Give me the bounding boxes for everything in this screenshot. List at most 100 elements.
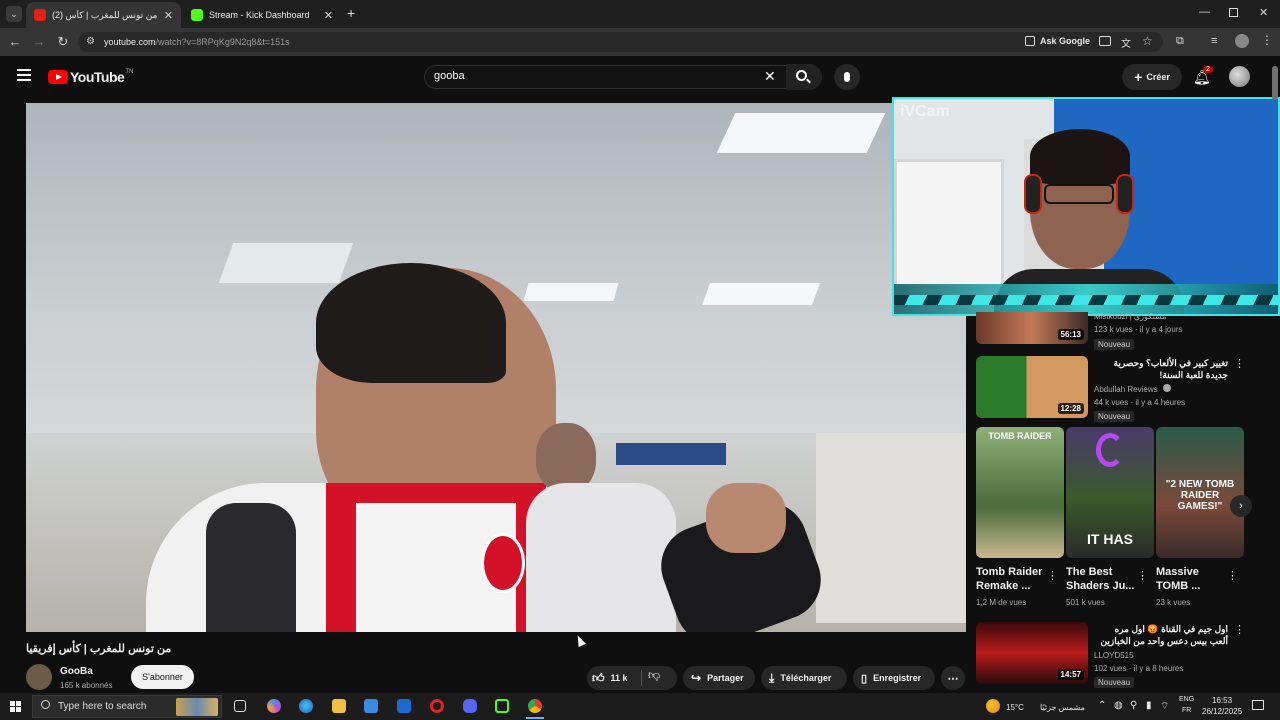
create-label: Créer: [1146, 72, 1170, 82]
short-thumbnail[interactable]: IT HAS: [1066, 427, 1154, 558]
new-tab-button[interactable]: +: [347, 5, 355, 21]
video-title: من تونس للمغرب | كأس إفريقيا: [26, 643, 172, 655]
copilot-icon[interactable]: [267, 699, 281, 713]
sidebar-channel[interactable]: Mistkouzi | مستكوزي: [1094, 312, 1166, 321]
more-actions-button[interactable]: ⋯: [941, 666, 965, 690]
site-info-icon[interactable]: ⚙: [86, 36, 95, 47]
reading-list-icon[interactable]: ≡: [1211, 35, 1217, 47]
windows-start-icon[interactable]: [10, 701, 21, 712]
short-thumbnail[interactable]: TOMB RAIDER: [976, 427, 1064, 558]
tab-kick[interactable]: Stream - Kick Dashboard ✕: [183, 2, 341, 28]
restore-icon[interactable]: [1229, 8, 1238, 17]
microphone-tray-icon[interactable]: ▮: [1146, 700, 1152, 711]
voice-search-button[interactable]: [834, 64, 860, 90]
share-button[interactable]: ↪ Partager: [683, 666, 755, 690]
task-view-icon[interactable]: [234, 700, 246, 712]
tray-chevron-icon[interactable]: ⌃: [1098, 700, 1106, 711]
close-tab-icon[interactable]: ✕: [324, 9, 333, 22]
sidebar-channel[interactable]: LLOYD515: [1094, 651, 1134, 660]
edge-icon[interactable]: [299, 699, 313, 713]
profile-avatar[interactable]: [1235, 34, 1249, 48]
opera-icon[interactable]: [430, 699, 444, 713]
download-button[interactable]: ⤓ Télécharger: [761, 666, 847, 690]
short-views: 501 k vues: [1066, 598, 1105, 607]
hamburger-menu-icon[interactable]: [17, 69, 31, 81]
more-options-icon[interactable]: ⋮: [1234, 357, 1245, 370]
save-button[interactable]: ▯ Enregistrer: [853, 666, 935, 690]
kick-favicon-icon: [191, 9, 203, 21]
close-window-icon[interactable]: ✕: [1259, 6, 1268, 19]
notification-count-badge: 2: [1203, 66, 1213, 73]
language-top[interactable]: ENG: [1179, 696, 1194, 703]
dislike-button[interactable]: 👎︎: [648, 668, 660, 683]
sidebar-thumbnail[interactable]: 14:57: [976, 622, 1088, 684]
search-input[interactable]: [424, 65, 822, 89]
store-icon[interactable]: [364, 699, 378, 713]
search-button[interactable]: [786, 64, 822, 90]
tab-search-button[interactable]: ⌄: [6, 6, 22, 22]
chrome-icon[interactable]: [528, 699, 542, 713]
install-app-icon[interactable]: [1099, 36, 1111, 46]
bookmark-star-icon[interactable]: ☆: [1142, 34, 1153, 48]
clear-search-icon[interactable]: ✕: [764, 68, 776, 85]
browser-tab-bar: ⌄ (2) من تونس للمغرب | كأس ✕ Stream - Ki…: [0, 0, 1280, 28]
sidebar-meta: 123 k vues · il y a 4 jours: [1094, 325, 1183, 334]
tab-youtube[interactable]: (2) من تونس للمغرب | كأس ✕: [26, 2, 181, 28]
minimize-icon[interactable]: —: [1199, 6, 1210, 18]
reload-icon[interactable]: ↻: [55, 34, 71, 50]
c-logo-icon: [1096, 433, 1124, 467]
video-player[interactable]: [26, 103, 966, 632]
new-badge: Nouveau: [1094, 677, 1135, 688]
accessibility-icon[interactable]: ⚲: [1130, 700, 1137, 711]
notification-center-icon[interactable]: [1252, 700, 1264, 710]
wifi-icon[interactable]: ⌔: [1160, 700, 1169, 713]
shorts-next-button[interactable]: ›: [1230, 495, 1252, 517]
sidebar-channel[interactable]: Abdullah Reviews: [1094, 384, 1171, 394]
short-title[interactable]: Massive TOMB ...: [1156, 565, 1222, 593]
sidebar-video-title[interactable]: اول جيم في القناة 😡 اول مره ألعب بيس دعس…: [1094, 623, 1229, 647]
like-button[interactable]: 👍︎ 11 k: [592, 668, 638, 688]
youtube-logo[interactable]: YouTube TN: [48, 69, 133, 85]
more-options-icon[interactable]: ⋮: [1227, 569, 1238, 582]
translate-icon[interactable]: 文: [1121, 35, 1131, 50]
gift-box-icon: [176, 698, 218, 716]
verified-icon: [1162, 384, 1171, 392]
search-value: gooba: [434, 70, 465, 82]
video-duration: 56:13: [1057, 329, 1084, 340]
ask-google-icon[interactable]: [1025, 36, 1035, 46]
sidebar-thumbnail[interactable]: 12:28: [976, 356, 1088, 418]
sidebar-video-title[interactable]: تغيير كبير في الألعاب؟ وحصرية جديدة للعب…: [1094, 357, 1228, 381]
page-scrollbar[interactable]: [1272, 66, 1278, 100]
short-thumb-text: "2 NEW TOMB RAIDER GAMES!": [1165, 479, 1235, 512]
clock-time[interactable]: 16:53: [1212, 696, 1232, 705]
more-options-icon[interactable]: ⋮: [1137, 569, 1148, 582]
short-title[interactable]: Tomb Raider Remake ...: [976, 565, 1044, 593]
language-bottom: FR: [1182, 707, 1192, 714]
url-text[interactable]: youtube.com/watch?v=8RPqKg9N2q8&t=151s: [104, 37, 290, 47]
weather-icon[interactable]: [986, 699, 1000, 713]
ask-google-button[interactable]: Ask Google: [1040, 36, 1090, 46]
back-icon[interactable]: ←: [7, 34, 23, 49]
browser-menu-icon[interactable]: ⋮: [1261, 33, 1273, 47]
kick-app-icon[interactable]: [495, 699, 509, 713]
channel-avatar[interactable]: [26, 664, 52, 690]
more-options-icon[interactable]: ⋮: [1047, 569, 1058, 582]
taskbar-search-icon: [41, 700, 50, 709]
close-tab-icon[interactable]: ✕: [164, 9, 173, 22]
youtube-logo-country: TN: [125, 69, 134, 75]
file-explorer-icon[interactable]: [332, 699, 346, 713]
account-avatar[interactable]: [1229, 66, 1250, 87]
tab-kick-label: Stream - Kick Dashboard: [209, 10, 310, 20]
outlook-icon[interactable]: [397, 699, 411, 713]
subscribe-button[interactable]: S'abonner: [131, 665, 194, 689]
forward-icon[interactable]: →: [31, 34, 47, 49]
channel-name[interactable]: GooBa: [60, 666, 93, 677]
sidebar-thumbnail[interactable]: 56:13: [976, 312, 1088, 344]
create-button[interactable]: + Créer: [1122, 64, 1182, 90]
short-title[interactable]: The Best Shaders Ju...: [1066, 565, 1138, 593]
network-icon[interactable]: ◍: [1114, 700, 1123, 711]
discord-icon[interactable]: [463, 699, 477, 713]
extensions-icon[interactable]: ⧉: [1176, 35, 1184, 48]
short-thumbnail[interactable]: "2 NEW TOMB RAIDER GAMES!": [1156, 427, 1244, 558]
more-options-icon[interactable]: ⋮: [1234, 623, 1245, 636]
